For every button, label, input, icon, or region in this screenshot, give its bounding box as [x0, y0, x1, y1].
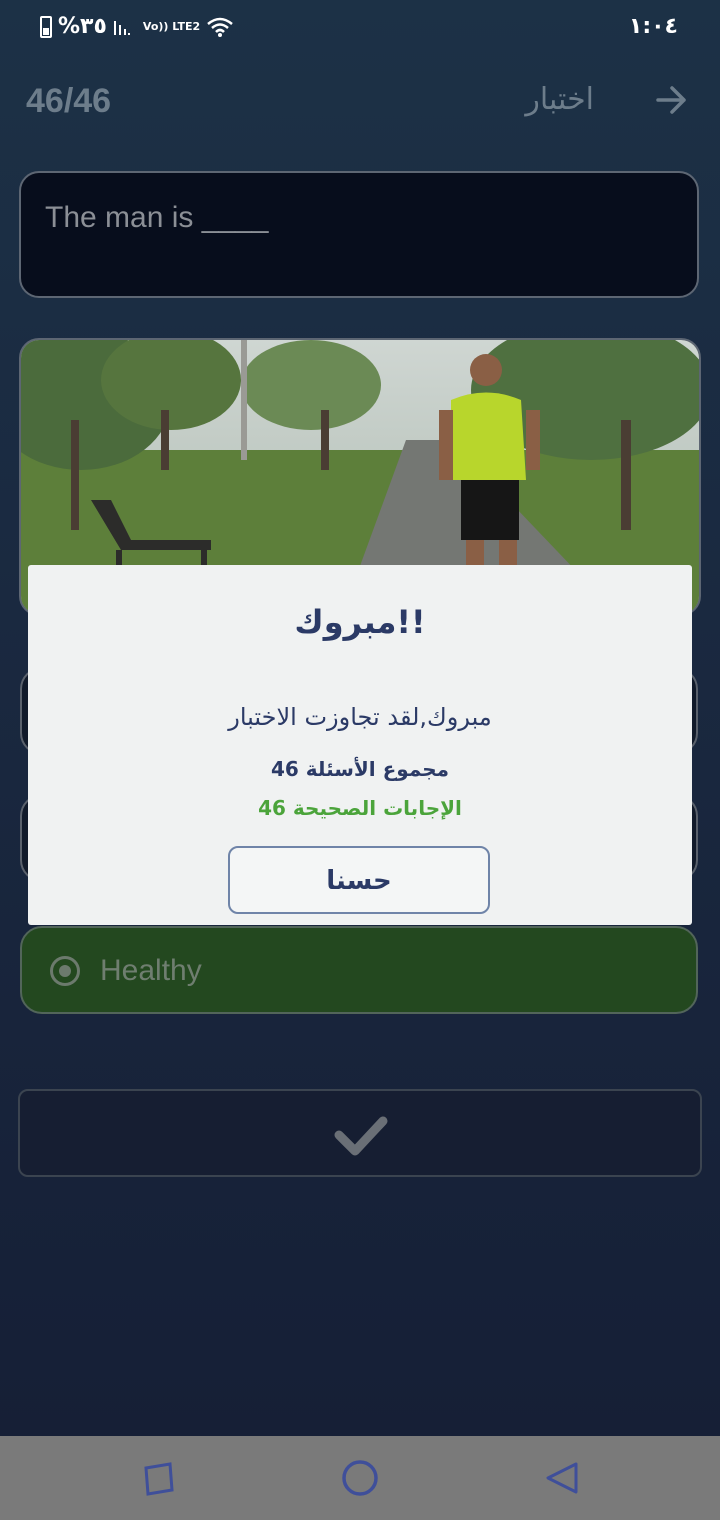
question-text: The man is ____ [45, 201, 269, 234]
network-label: Vo)) LTE2 [142, 20, 201, 33]
correct-answers: الإجابات الصحيحة 46 [258, 796, 462, 820]
answer-option-3[interactable]: Healthy [20, 926, 698, 1014]
battery-percent: %٣٥ [58, 14, 107, 39]
triangle-back-icon[interactable] [542, 1458, 582, 1498]
circle-icon[interactable] [340, 1458, 380, 1498]
wifi-icon [207, 17, 233, 37]
dialog-message: مبروك,لقد تجاوزت الاختبار [228, 703, 492, 731]
check-icon [334, 1116, 388, 1156]
page-title: اختبار [525, 82, 594, 117]
app-bar: 46/46 اختبار [0, 72, 720, 136]
clock: ١:٠٤ [628, 14, 678, 39]
submit-button[interactable] [18, 1089, 702, 1177]
question-card: The man is ____ [19, 171, 699, 298]
radio-selected-icon [50, 956, 80, 986]
ok-button-label: حسنا [326, 866, 392, 896]
system-nav-bar [0, 1436, 720, 1520]
result-dialog: مبروك!! مبروك,لقد تجاوزت الاختبار مجموع … [28, 565, 692, 925]
arrow-right-icon[interactable] [652, 80, 692, 130]
signal-icon [113, 20, 130, 35]
square-icon[interactable] [138, 1458, 178, 1498]
answer-option-label: Healthy [100, 954, 202, 987]
battery-icon [40, 15, 52, 38]
total-questions: مجموع الأسئلة 46 [270, 757, 450, 781]
question-counter: 46/46 [26, 82, 112, 120]
dialog-title: مبروك!! [294, 603, 426, 641]
status-bar: %٣٥ Vo)) LTE2 ١:٠٤ [0, 0, 720, 56]
ok-button[interactable]: حسنا [228, 846, 490, 914]
status-left: %٣٥ Vo)) LTE2 [40, 14, 234, 39]
